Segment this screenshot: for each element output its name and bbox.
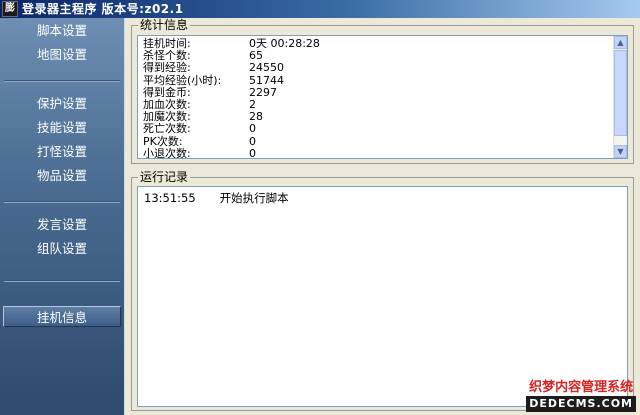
sidebar-item-team-settings[interactable]: 组队设置 (0, 238, 124, 260)
stat-value: 51744 (249, 73, 284, 87)
watermark-logo: 织梦内容管理系统 DEDECMS.COM (526, 380, 636, 412)
sidebar-item-item-settings[interactable]: 物品设置 (0, 165, 124, 187)
stat-value: 0 (249, 122, 256, 136)
stat-label: 死亡次数: (143, 122, 191, 136)
scroll-down-icon[interactable]: ▼ (614, 145, 627, 158)
log-entry-message: 开始执行脚本 (219, 191, 289, 205)
stats-scrollbar[interactable]: ▲ ▼ (613, 36, 627, 158)
stat-value: 0 (249, 134, 256, 148)
sidebar-item-script-settings[interactable]: 脚本设置 (0, 20, 124, 42)
sidebar-item-monster-settings[interactable]: 打怪设置 (0, 141, 124, 163)
sidebar-divider (4, 280, 120, 282)
scroll-up-icon[interactable]: ▲ (614, 36, 627, 49)
sidebar-divider (4, 201, 120, 203)
stat-value: 0 (249, 146, 256, 159)
log-textarea[interactable]: 13:51:55 开始执行脚本 (137, 186, 628, 407)
sidebar-item-protection-settings[interactable]: 保护设置 (0, 93, 124, 115)
watermark-title: 织梦内容管理系统 (529, 380, 634, 395)
stat-value: 24550 (249, 61, 284, 75)
sidebar-item-skill-settings[interactable]: 技能设置 (0, 117, 124, 139)
stats-listbox[interactable]: 挂机时间: 0天 00:28:28 杀怪个数: 65 得到经验: 24550 平… (137, 35, 628, 159)
app-icon: 膨 (2, 1, 18, 17)
stats-panel: 统计信息 挂机时间: 0天 00:28:28 杀怪个数: 65 得到经验: 24… (131, 18, 634, 164)
stat-label: 小退次数: (143, 146, 191, 159)
stat-label: 平均经验(小时): (143, 73, 222, 87)
stat-label: 得到经验: (143, 61, 191, 75)
log-entry-time: 13:51:55 (144, 191, 196, 205)
title-bar[interactable]: 膨 登录器主程序 版本号:z02.1 (0, 0, 640, 18)
sidebar: 脚本设置 地图设置 保护设置 技能设置 打怪设置 物品设置 发言设置 组队设置 … (0, 18, 125, 415)
watermark-domain: DEDECMS.COM (526, 396, 636, 412)
log-panel-title: 运行记录 (138, 170, 191, 184)
sidebar-item-map-settings[interactable]: 地图设置 (0, 44, 124, 66)
sidebar-divider (4, 80, 120, 82)
stat-label: PK次数: (143, 134, 183, 148)
scroll-thumb[interactable] (614, 50, 627, 136)
stats-panel-title: 统计信息 (138, 18, 191, 32)
window-title: 登录器主程序 版本号:z02.1 (22, 2, 184, 16)
log-entry: 13:51:55 开始执行脚本 (144, 190, 289, 206)
log-panel: 运行记录 13:51:55 开始执行脚本 (131, 170, 634, 411)
sidebar-item-afk-info[interactable]: 挂机信息 (3, 306, 121, 327)
sidebar-item-chat-settings[interactable]: 发言设置 (0, 214, 124, 236)
